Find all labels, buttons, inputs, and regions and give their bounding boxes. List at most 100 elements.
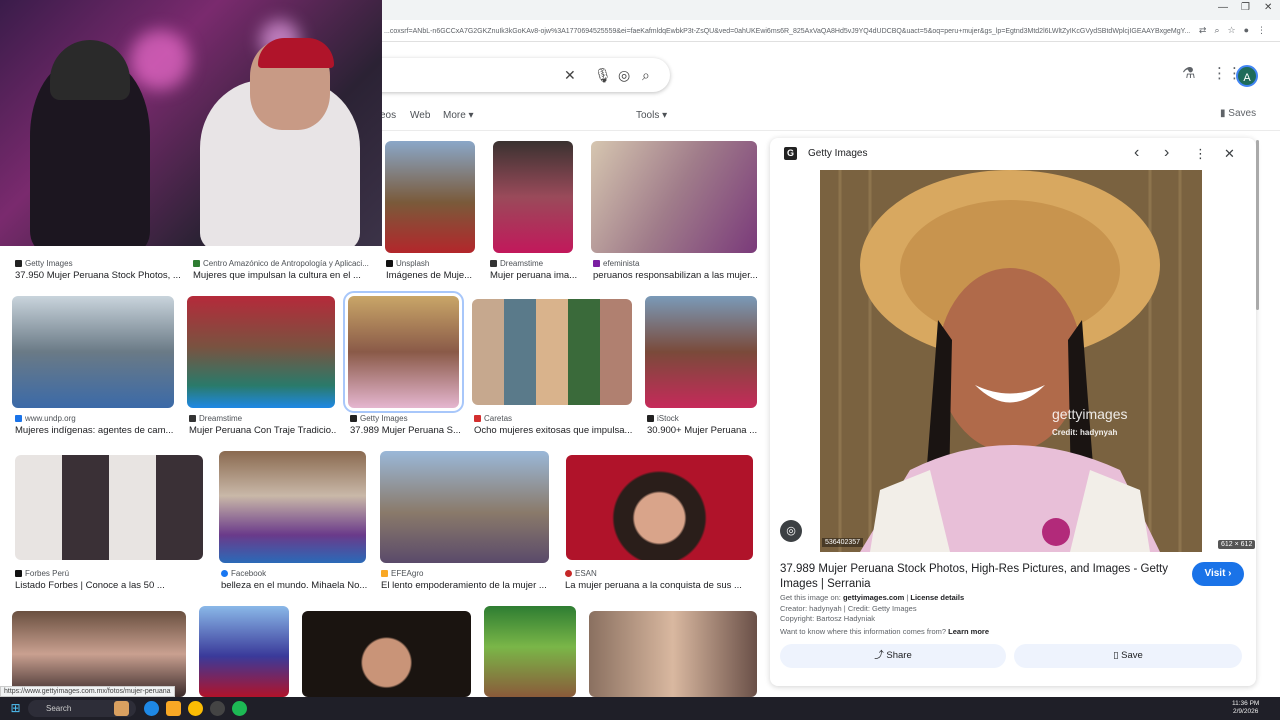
image-preview-panel: G Getty Images ‹ › ⋮ ✕ gettyimages Credi… xyxy=(770,138,1256,686)
license-link[interactable]: License details xyxy=(910,593,964,602)
site-link[interactable]: gettyimages.com xyxy=(843,593,904,602)
getty-logo-icon: G xyxy=(784,147,797,160)
zoom-icon[interactable]: ⌕ xyxy=(1214,25,1219,36)
result-image-13[interactable] xyxy=(380,451,549,563)
result-image-8-selected[interactable] xyxy=(343,291,464,413)
share-icon: ⤴ xyxy=(874,650,887,661)
result-source[interactable]: Unsplash xyxy=(386,259,476,268)
result-image-11[interactable] xyxy=(15,455,203,560)
menu-icon[interactable]: ⋮ xyxy=(1257,25,1266,36)
close-icon[interactable]: ✕ xyxy=(1224,146,1235,162)
profile-icon[interactable]: ● xyxy=(1244,25,1249,36)
restore-icon[interactable]: ❐ xyxy=(1241,2,1250,13)
close-icon[interactable]: ✕ xyxy=(564,67,576,84)
result-source[interactable]: efeminista xyxy=(593,259,758,268)
result-image-12[interactable] xyxy=(219,451,366,563)
result-title[interactable]: El lento empoderamiento de la mujer ... xyxy=(381,580,551,591)
spotify-icon[interactable] xyxy=(232,701,247,716)
preview-image[interactable]: gettyimages Credit: hadynyah xyxy=(820,170,1202,552)
more-icon[interactable]: ⋮ xyxy=(1194,146,1207,162)
bookmark-icon: ▯ xyxy=(1113,650,1122,661)
result-image-5[interactable] xyxy=(591,141,757,253)
weather-icon[interactable] xyxy=(114,701,129,716)
labs-icon[interactable]: ⚗ xyxy=(1182,64,1195,82)
result-title[interactable]: 37.989 Mujer Peruana S... xyxy=(350,425,460,436)
panel-title[interactable]: 37.989 Mujer Peruana Stock Photos, High-… xyxy=(780,562,1180,592)
tab-web[interactable]: Web xyxy=(410,110,430,121)
mic-icon[interactable]: 🎙 xyxy=(594,67,612,84)
result-title[interactable]: Mujer Peruana Con Traje Tradicio... xyxy=(189,425,337,436)
watermark-credit: Credit: hadynyah xyxy=(1052,428,1118,437)
chrome-icon[interactable] xyxy=(188,701,203,716)
result-title[interactable]: Mujeres que impulsan la cultura en el ..… xyxy=(193,270,373,281)
visit-button[interactable]: Visit › xyxy=(1192,562,1244,586)
result-title[interactable]: La mujer peruana a la conquista de sus .… xyxy=(565,580,755,591)
result-image-15[interactable] xyxy=(12,611,186,697)
result-source[interactable]: Dreamstime xyxy=(490,259,580,268)
windows-icon[interactable]: ⊞ xyxy=(8,701,23,716)
result-image-18[interactable] xyxy=(484,606,576,697)
bookmark-star-icon[interactable]: ☆ xyxy=(1227,25,1235,36)
minimize-icon[interactable]: — xyxy=(1218,2,1228,13)
result-image-19[interactable] xyxy=(589,611,757,697)
close-window-icon[interactable]: ✕ xyxy=(1264,2,1272,13)
panel-source[interactable]: Getty Images xyxy=(808,148,867,159)
result-image-7[interactable] xyxy=(187,296,335,408)
info-line: Want to know where this information come… xyxy=(780,627,989,636)
forward-icon[interactable]: › xyxy=(1164,144,1169,162)
result-source[interactable]: Dreamstime xyxy=(189,414,337,423)
search-input[interactable]: ✕ 🎙 ◎ ⌕ xyxy=(360,58,670,92)
result-title[interactable]: 37.950 Mujer Peruana Stock Photos, ... xyxy=(15,270,185,281)
result-source[interactable]: www.undp.org xyxy=(15,414,175,423)
share-button[interactable]: ⤴ Share xyxy=(780,644,1006,668)
result-source[interactable]: Caretas xyxy=(474,414,634,423)
result-source[interactable]: Facebook xyxy=(221,569,371,578)
lens-icon[interactable]: ◎ xyxy=(618,67,630,84)
back-icon[interactable]: ‹ xyxy=(1134,144,1139,162)
save-button[interactable]: ▯ Save xyxy=(1014,644,1242,668)
result-source[interactable]: Forbes Perú xyxy=(15,569,205,578)
result-image-3[interactable] xyxy=(385,141,475,253)
folder-icon[interactable] xyxy=(166,701,181,716)
search-icon[interactable]: ⌕ xyxy=(642,67,650,84)
watermark: gettyimages xyxy=(1052,406,1128,422)
learn-more-link[interactable]: Learn more xyxy=(948,627,989,636)
result-title[interactable]: peruanos responsabilizan a las mujer... xyxy=(593,270,758,281)
result-image-9[interactable] xyxy=(472,299,632,405)
lens-search-icon[interactable]: ◎ xyxy=(780,520,802,542)
result-title[interactable]: belleza en el mundo. Mihaela No... xyxy=(221,580,371,591)
obs-icon[interactable] xyxy=(210,701,225,716)
translate-icon[interactable]: ⇄ xyxy=(1199,25,1207,36)
result-source[interactable]: EFEAgro xyxy=(381,569,551,578)
saves-button[interactable]: ▮ Saves xyxy=(1220,108,1256,119)
result-image-6[interactable] xyxy=(12,296,174,408)
avatar[interactable]: A xyxy=(1236,65,1258,87)
address-bar[interactable]: ...coxsrf=ANbL-n6GCCxA7G2GKZnuIk3kGoKAv8… xyxy=(380,22,1280,42)
result-image-17[interactable] xyxy=(302,611,471,697)
result-title[interactable]: Ocho mujeres exitosas que impulsa... xyxy=(474,425,634,436)
result-source[interactable]: Getty Images xyxy=(350,414,460,423)
taskbar: ⊞ Search 11:36 PM 2/9/2026 xyxy=(0,697,1280,720)
result-image-14[interactable] xyxy=(566,455,753,560)
result-title[interactable]: Mujeres indígenas: agentes de cam... xyxy=(15,425,175,436)
result-source[interactable]: iStock xyxy=(647,414,759,423)
creator-line: Creator: hadynyah | Credit: Getty Images xyxy=(780,604,917,613)
result-source[interactable]: Getty Images xyxy=(15,259,185,268)
result-image-10[interactable] xyxy=(645,296,757,408)
edge-icon[interactable] xyxy=(144,701,159,716)
scrollbar[interactable] xyxy=(1256,140,1259,310)
tools-button[interactable]: Tools ▾ xyxy=(636,110,667,121)
image-dimensions: 612 × 612 xyxy=(1218,540,1256,549)
result-source[interactable]: Centro Amazónico de Antropología y Aplic… xyxy=(193,259,373,268)
image-id: 536402357 xyxy=(822,538,864,547)
tab-videos[interactable]: eos xyxy=(380,110,396,121)
result-image-4[interactable] xyxy=(493,141,573,253)
result-title[interactable]: Listado Forbes | Conoce a las 50 ... xyxy=(15,580,205,591)
result-title[interactable]: 30.900+ Mujer Peruana ... xyxy=(647,425,759,436)
result-title[interactable]: Mujer peruana ima... xyxy=(490,270,580,281)
clock[interactable]: 11:36 PM 2/9/2026 xyxy=(1232,700,1259,716)
tab-more[interactable]: More ▾ xyxy=(443,110,474,121)
result-title[interactable]: Imágenes de Muje... xyxy=(386,270,476,281)
result-image-16[interactable] xyxy=(199,606,289,697)
result-source[interactable]: ESAN xyxy=(565,569,755,578)
